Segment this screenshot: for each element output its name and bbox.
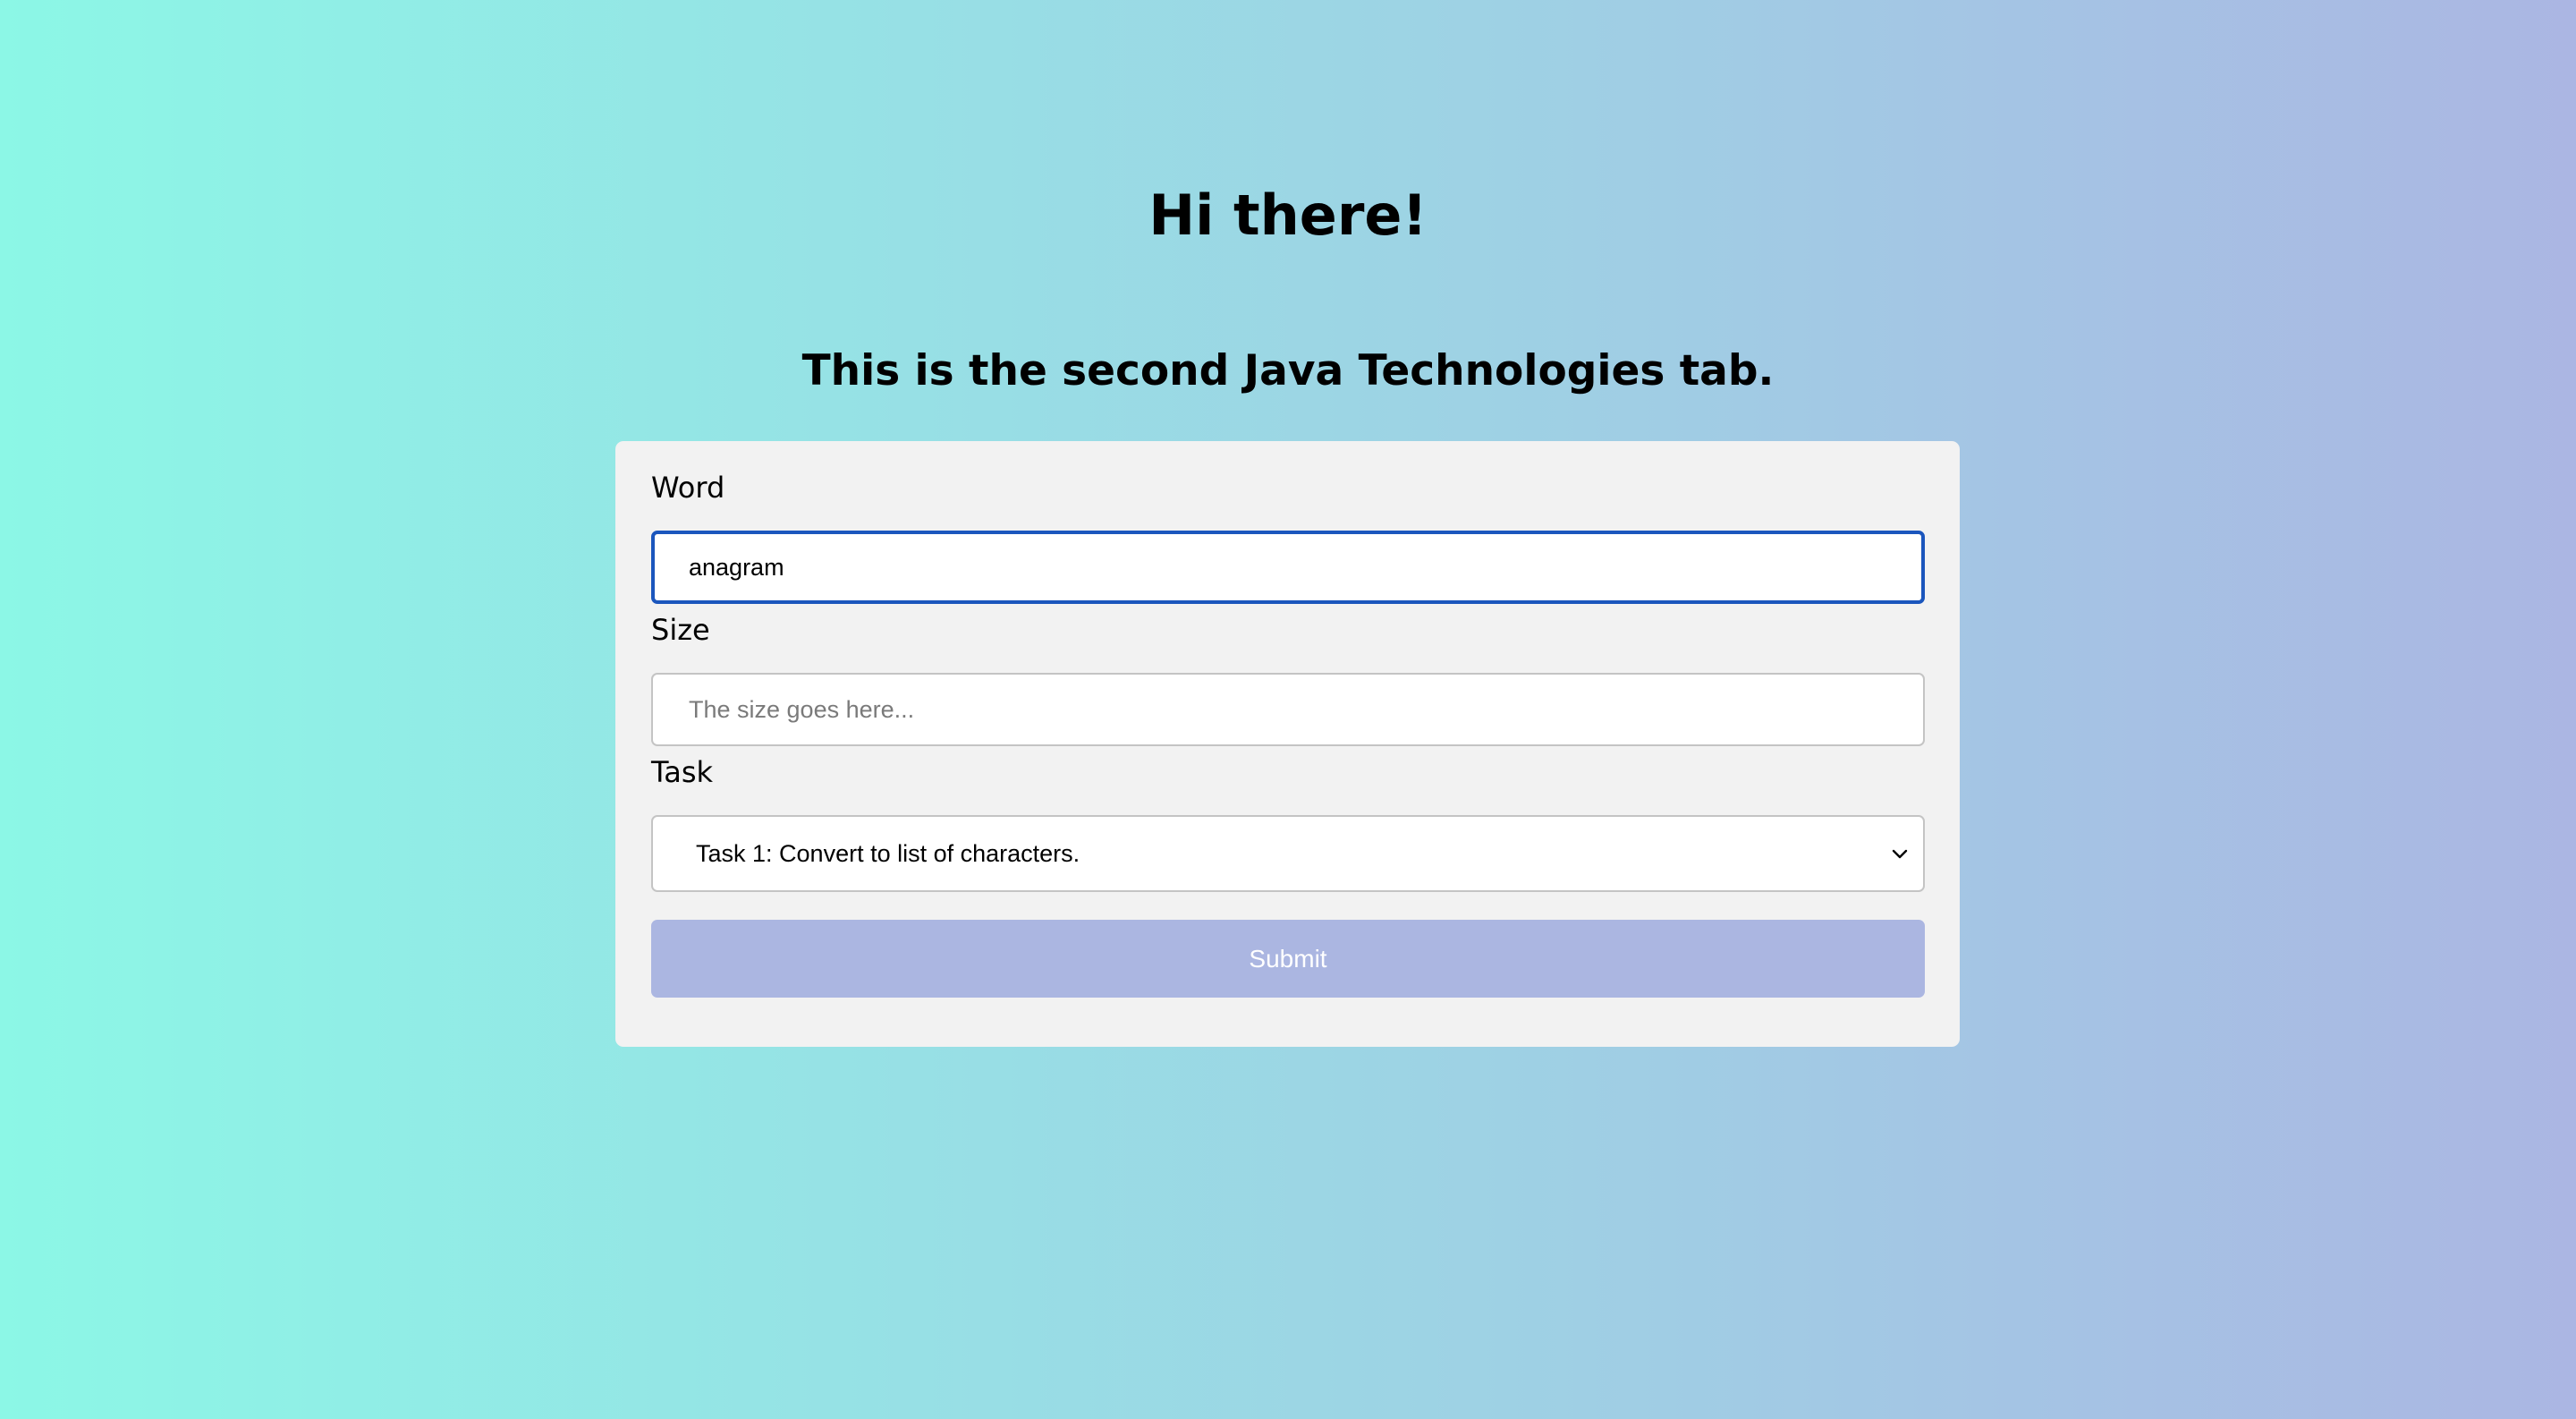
page-subtitle: This is the second Java Technologies tab… xyxy=(801,346,1775,395)
submit-button[interactable]: Submit xyxy=(651,920,1925,998)
size-label: Size xyxy=(651,613,710,647)
word-label: Word xyxy=(651,471,725,505)
task-select[interactable]: Task 1: Convert to list of characters. xyxy=(651,815,1925,892)
word-input[interactable] xyxy=(651,531,1925,604)
size-input[interactable] xyxy=(651,673,1925,746)
chevron-down-icon xyxy=(1892,849,1908,859)
task-select-value: Task 1: Convert to list of characters. xyxy=(696,840,1080,867)
page-title: Hi there! xyxy=(1148,183,1428,248)
task-label: Task xyxy=(651,755,714,789)
form-card: Word Size Task Task 1: Convert to list o… xyxy=(615,441,1960,1047)
